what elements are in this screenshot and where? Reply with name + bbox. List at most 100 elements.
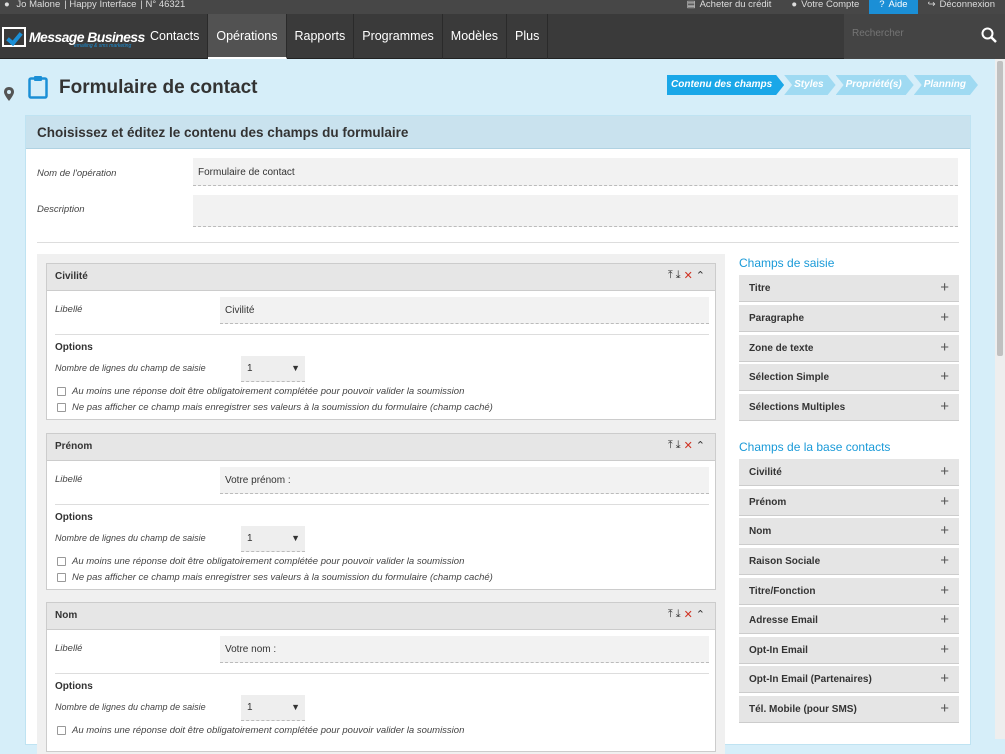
plus-icon[interactable]: + <box>940 700 949 717</box>
add-raison-sociale[interactable]: Raison Sociale + <box>739 548 959 575</box>
move-top-icon[interactable]: ⤒ <box>668 608 673 621</box>
required-checkbox[interactable]: Au moins une réponse doit être obligatoi… <box>57 386 464 397</box>
user-name[interactable]: Jo Malone <box>16 0 60 10</box>
plus-icon[interactable]: + <box>940 670 949 687</box>
plus-icon[interactable]: + <box>940 641 949 658</box>
add-selections-multiples[interactable]: Sélections Multiples + <box>739 394 959 421</box>
nav-rapports[interactable]: Rapports <box>287 14 355 59</box>
delete-icon[interactable]: ✕ <box>684 439 693 452</box>
move-bottom-icon[interactable]: ⤓ <box>676 608 681 621</box>
plus-icon[interactable]: + <box>940 309 949 326</box>
step-proprietes[interactable]: Propriété(s) <box>836 75 914 95</box>
required-checkbox[interactable]: Au moins une réponse doit être obligatoi… <box>57 556 464 567</box>
hidden-checkbox[interactable]: Ne pas afficher ce champ mais enregistre… <box>57 402 493 413</box>
plus-icon[interactable]: + <box>940 611 949 628</box>
field-title: Nom <box>55 610 78 621</box>
nav-modeles[interactable]: Modèles <box>443 14 508 59</box>
add-prenom[interactable]: Prénom + <box>739 489 959 516</box>
checkbox-box[interactable] <box>57 387 66 396</box>
move-bottom-icon[interactable]: ⤓ <box>676 439 681 452</box>
search-icon[interactable] <box>981 27 997 43</box>
plus-icon[interactable]: + <box>940 552 949 569</box>
logout-link[interactable]: ↪ Déconnexion <box>918 0 1005 14</box>
add-titre-fonction[interactable]: Titre/Fonction + <box>739 578 959 605</box>
add-civilite[interactable]: Civilité + <box>739 459 959 486</box>
plus-icon[interactable]: + <box>940 279 949 296</box>
move-bottom-icon[interactable]: ⤓ <box>676 269 681 282</box>
collapse-icon[interactable]: ⌃ <box>696 608 705 621</box>
plus-icon[interactable]: + <box>940 493 949 510</box>
collapse-icon[interactable]: ⌃ <box>696 439 705 452</box>
delete-icon[interactable]: ✕ <box>684 269 693 282</box>
add-selection-simple[interactable]: Sélection Simple + <box>739 364 959 391</box>
help-button[interactable]: ? Aide <box>869 0 918 14</box>
logo-check-icon <box>2 27 26 47</box>
libelle-input[interactable]: Votre nom : <box>220 636 709 663</box>
step-contenu[interactable]: Contenu des champs <box>667 75 784 95</box>
account-label: Votre Compte <box>801 0 860 10</box>
collapse-icon[interactable]: ⌃ <box>696 269 705 282</box>
add-opt-in-partenaires[interactable]: Opt-In Email (Partenaires) + <box>739 666 959 693</box>
plus-icon[interactable]: + <box>940 522 949 539</box>
checkbox-box[interactable] <box>57 573 66 582</box>
divider <box>55 504 709 505</box>
move-top-icon[interactable]: ⤒ <box>668 269 673 282</box>
delete-icon[interactable]: ✕ <box>684 608 693 621</box>
lines-select[interactable]: 1 ▼ <box>241 356 305 382</box>
required-checkbox[interactable]: Au moins une réponse doit être obligatoi… <box>57 725 464 736</box>
move-top-icon[interactable]: ⤒ <box>668 439 673 452</box>
add-nom[interactable]: Nom + <box>739 518 959 545</box>
buy-credit-link[interactable]: ▤ Acheter du crédit <box>677 0 782 14</box>
libelle-label: Libellé <box>55 304 83 315</box>
lines-select[interactable]: 1 ▼ <box>241 526 305 552</box>
nav-operations[interactable]: Opérations <box>208 14 287 59</box>
add-opt-in-email[interactable]: Opt-In Email + <box>739 637 959 664</box>
add-titre[interactable]: Titre + <box>739 275 959 302</box>
help-icon: ? <box>879 0 885 10</box>
plus-icon[interactable]: + <box>940 463 949 480</box>
description-textarea[interactable] <box>193 195 958 227</box>
libelle-input[interactable]: Votre prénom : <box>220 467 709 494</box>
libelle-input[interactable]: Civilité <box>220 297 709 324</box>
nav-contacts[interactable]: Contacts <box>142 14 209 59</box>
user-icon: ● <box>4 0 10 10</box>
field-block-nom: Nom ⤒ ⤓ ✕ ⌃ Libellé Votre nom : Options Nom… <box>46 602 716 752</box>
plus-icon[interactable]: + <box>940 339 949 356</box>
dropdown-arrow-icon: ▼ <box>291 702 300 712</box>
main-nav: Message Business emailing & sms marketin… <box>0 14 1005 59</box>
operation-name-input[interactable]: Formulaire de contact <box>193 158 958 186</box>
add-tel-mobile[interactable]: Tél. Mobile (pour SMS) + <box>739 696 959 723</box>
checkbox-box[interactable] <box>57 557 66 566</box>
field-header[interactable]: Prénom ⤒ ⤓ ✕ ⌃ <box>47 434 715 461</box>
clipboard-icon <box>28 76 48 99</box>
field-header[interactable]: Civilité ⤒ ⤓ ✕ ⌃ <box>47 264 715 291</box>
search-input[interactable] <box>852 28 972 39</box>
hidden-checkbox[interactable]: Ne pas afficher ce champ mais enregistre… <box>57 572 493 583</box>
step-tracker: Contenu des champs Styles Propriété(s) P… <box>667 75 978 95</box>
plus-icon[interactable]: + <box>940 398 949 415</box>
nav-programmes[interactable]: Programmes <box>354 14 443 59</box>
checkbox-box[interactable] <box>57 726 66 735</box>
nav-plus[interactable]: Plus <box>507 14 549 59</box>
page-scrollbar[interactable] <box>995 59 1005 739</box>
lines-value: 1 <box>247 363 253 374</box>
scrollbar-thumb[interactable] <box>997 61 1003 356</box>
checkbox-box[interactable] <box>57 403 66 412</box>
add-zone-de-texte[interactable]: Zone de texte + <box>739 335 959 362</box>
step-styles[interactable]: Styles <box>784 75 835 95</box>
field-header[interactable]: Nom ⤒ ⤓ ✕ ⌃ <box>47 603 715 630</box>
lines-select[interactable]: 1 ▼ <box>241 695 305 721</box>
add-paragraphe[interactable]: Paragraphe + <box>739 305 959 332</box>
plus-icon[interactable]: + <box>940 368 949 385</box>
field-block-civilite: Civilité ⤒ ⤓ ✕ ⌃ Libellé Civilité Options N… <box>46 263 716 420</box>
field-block-prenom: Prénom ⤒ ⤓ ✕ ⌃ Libellé Votre prénom : Optio… <box>46 433 716 590</box>
add-adresse-email[interactable]: Adresse Email + <box>739 607 959 634</box>
divider <box>55 673 709 674</box>
item-label: Raison Sociale <box>749 556 821 567</box>
account-link[interactable]: ● Votre Compte <box>781 0 869 14</box>
brand-logo[interactable]: Message Business emailing & sms marketin… <box>0 22 145 52</box>
contact-fields-heading: Champs de la base contacts <box>739 440 891 454</box>
item-label: Nom <box>749 526 772 537</box>
plus-icon[interactable]: + <box>940 582 949 599</box>
step-planning[interactable]: Planning <box>914 75 978 95</box>
